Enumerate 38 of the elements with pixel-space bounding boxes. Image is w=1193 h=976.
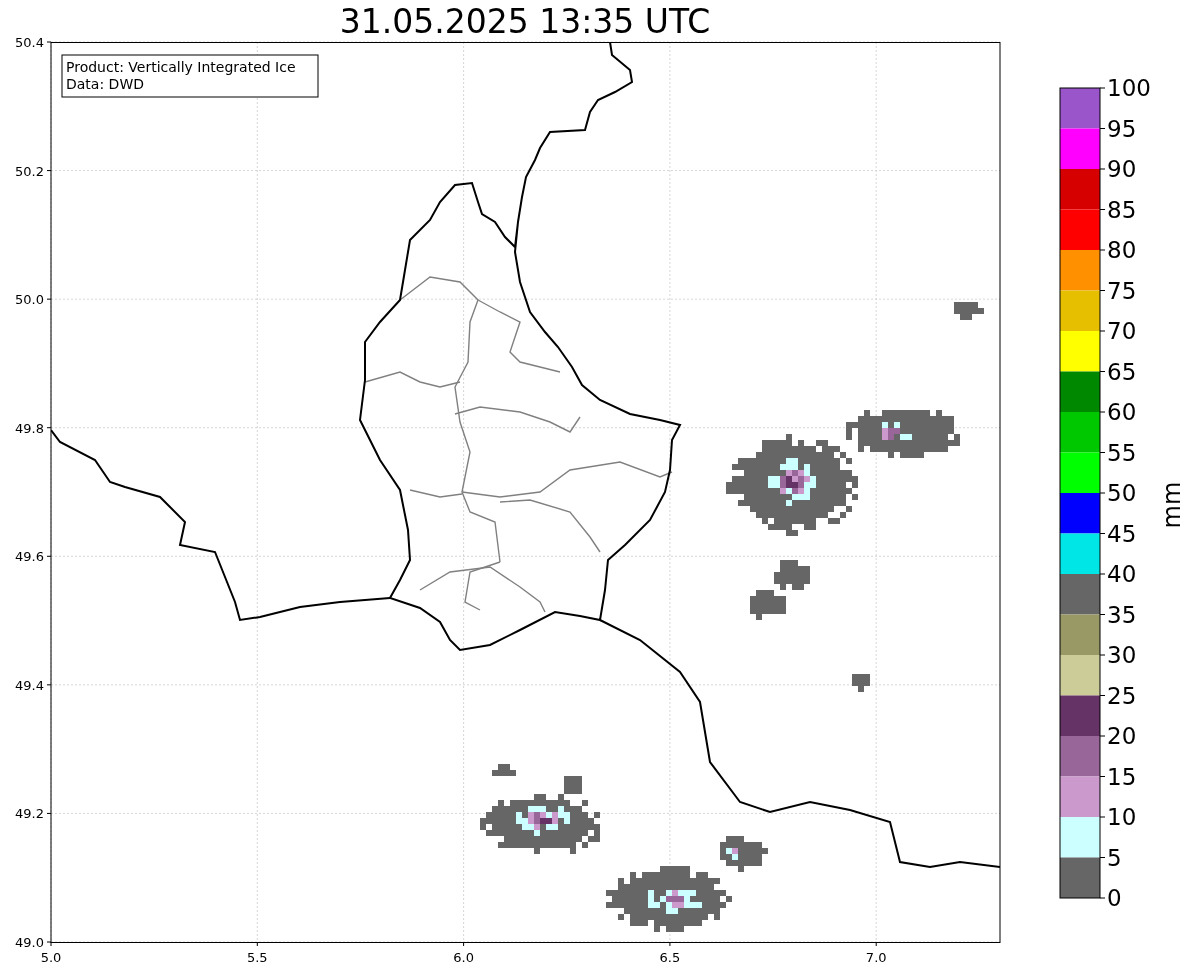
axis-tick-label: 49.6 <box>15 549 44 565</box>
colorbar-tick-label: 15 <box>1107 763 1137 790</box>
colorbar-tick-label: 80 <box>1107 237 1137 263</box>
colorbar-tick-label: 5 <box>1107 844 1122 871</box>
colorbar-tick-label: 35 <box>1107 601 1137 628</box>
colorbar-tick-label: 70 <box>1107 318 1137 344</box>
colorbar-tick-label: 0 <box>1107 885 1122 911</box>
colorbar-tick-label: 50 <box>1107 480 1137 506</box>
colorbar-tick-label: 10 <box>1107 804 1137 830</box>
colorbar-tick-label: 75 <box>1107 277 1137 304</box>
colorbar-tick-label: 20 <box>1107 723 1137 749</box>
axis-tick-label: 7.0 <box>865 950 887 965</box>
chart-title: 31.05.2025 13:35 UTC <box>338 1 712 32</box>
axis-tick-label: 49.4 <box>15 677 44 693</box>
axis-tick-label: 49.2 <box>15 806 44 822</box>
axis-tick-label: 5.5 <box>246 950 268 965</box>
colorbar-tick-label: 55 <box>1107 439 1137 466</box>
colorbar-tick-label: 60 <box>1107 399 1137 425</box>
axis-tick-label: 50.4 <box>15 35 44 50</box>
axis-tick-label: 6.0 <box>453 950 474 965</box>
axis-tick-label: 6.5 <box>659 950 681 965</box>
axis-tick-label: 49.0 <box>15 935 44 950</box>
colorbar-tick-label: 25 <box>1107 682 1137 709</box>
axis-tick-label: 5.0 <box>40 950 62 965</box>
legend-text: Data: DWD <box>66 76 144 92</box>
colorbar-tick-label: 95 <box>1107 115 1137 142</box>
colorbar-tick-label: 65 <box>1107 358 1137 385</box>
axis-tick-label: 50.2 <box>15 163 44 179</box>
colorbar-tick-label: 100 <box>1107 76 1151 101</box>
axis-tick-label: 50.0 <box>15 292 44 308</box>
colorbar-unit-label: mm <box>1158 481 1186 529</box>
legend-text: Product: Vertically Integrated Ice <box>66 59 296 75</box>
colorbar-tick-label: 40 <box>1107 561 1137 587</box>
colorbar-tick-label: 90 <box>1107 156 1137 182</box>
colorbar-tick-label: 30 <box>1107 642 1137 668</box>
colorbar-tick-label: 45 <box>1107 520 1137 547</box>
colorbar-tick-label: 85 <box>1107 196 1137 223</box>
axis-tick-label: 49.8 <box>15 420 44 436</box>
